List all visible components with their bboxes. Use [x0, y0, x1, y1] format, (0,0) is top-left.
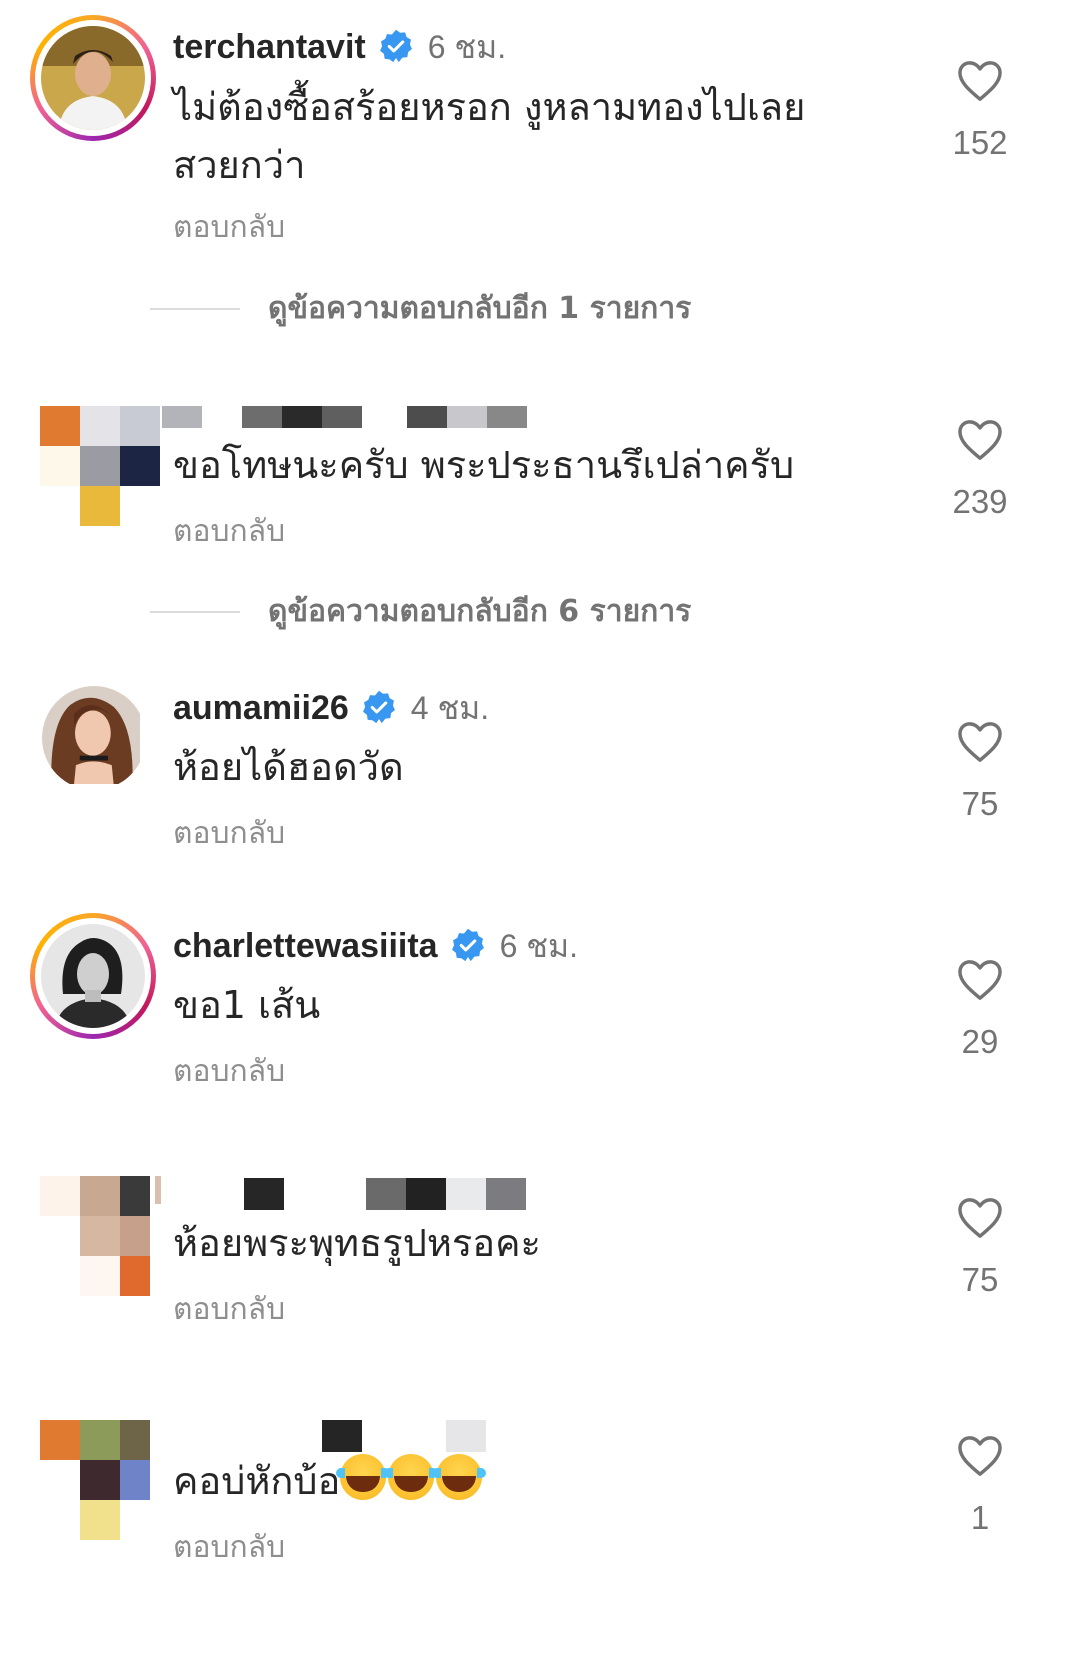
username-pixelated[interactable]: [160, 1178, 530, 1210]
reply-button[interactable]: ตอบกลับ: [173, 1524, 285, 1571]
verified-badge-icon: [361, 689, 397, 729]
heart-icon: [958, 61, 1002, 101]
comment-text: ห้อยพระพุทธรูปหรอคะ: [173, 1221, 541, 1265]
avatar-pixelated[interactable]: [40, 1176, 170, 1302]
username[interactable]: charlettewasiiita: [173, 927, 438, 966]
face-with-tears-of-joy-emoji: [336, 1454, 391, 1500]
reply-button[interactable]: ตอบกลับ: [173, 508, 285, 555]
reply-button[interactable]: ตอบกลับ: [173, 204, 285, 251]
timestamp: 6 ชม.: [499, 928, 578, 964]
like-count: 75: [961, 785, 999, 822]
comment-header: charlettewasiiita 6 ชม.: [173, 921, 578, 972]
comment-text: ขอโทษนะครับ พระประธานรึเปล่าครับ: [173, 443, 795, 487]
view-replies-label: ดูข้อความตอบกลับอีก 1 รายการ: [268, 291, 692, 326]
username[interactable]: aumamii26: [173, 689, 349, 728]
comment-text-line: ไม่ต้องซื้อสร้อยหรอก งูหลามทองไปเลย: [173, 85, 806, 129]
timestamp: 6 ชม.: [427, 29, 507, 65]
like-count: 1: [970, 1499, 990, 1536]
like-count: 75: [961, 1261, 999, 1298]
heart-icon: [958, 420, 1002, 460]
username[interactable]: terchantavit: [173, 28, 366, 67]
heart-icon: [958, 722, 1002, 762]
view-replies-button[interactable]: ดูข้อความตอบกลับอีก 1 รายการ: [150, 285, 691, 332]
like-button[interactable]: 75: [940, 721, 1020, 823]
username-pixelated[interactable]: [322, 1420, 492, 1452]
heart-icon: [958, 1436, 1002, 1476]
comment-text-line: สวยกว่า: [173, 143, 306, 187]
avatar-photo: [42, 686, 146, 790]
like-count: 239: [952, 483, 1008, 520]
reply-button[interactable]: ตอบกลับ: [173, 1286, 285, 1333]
verified-badge-icon: [450, 927, 486, 967]
like-button[interactable]: 152: [940, 60, 1020, 162]
heart-icon: [958, 1198, 1002, 1238]
avatar[interactable]: [30, 913, 156, 1039]
face-with-tears-of-joy-emoji: [384, 1454, 439, 1500]
like-button[interactable]: 29: [940, 959, 1020, 1061]
comment-text: คอบ่หักบ้อ: [173, 1452, 487, 1510]
comment-text: ไม่ต้องซื้อสร้อยหรอก งูหลามทองไปเลย สวยก…: [173, 78, 873, 194]
face-with-tears-of-joy-emoji: [432, 1454, 487, 1500]
avatar[interactable]: [30, 15, 156, 141]
divider: [150, 610, 240, 613]
avatar[interactable]: [42, 686, 146, 790]
avatar-pixelated[interactable]: [40, 406, 170, 532]
comment-header: aumamii26 4 ชม.: [173, 683, 489, 734]
like-count: 152: [952, 124, 1008, 161]
divider: [150, 307, 240, 310]
heart-icon: [958, 960, 1002, 1000]
like-button[interactable]: 239: [940, 419, 1020, 521]
avatar-photo: [41, 924, 145, 1028]
like-count: 29: [961, 1023, 999, 1060]
username-pixelated[interactable]: [162, 406, 532, 428]
comment-text-body: คอบ่หักบ้อ: [173, 1459, 341, 1503]
comment-header: terchantavit 6 ชม.: [173, 22, 506, 73]
like-button[interactable]: 1: [940, 1435, 1020, 1537]
comment-text: ขอ1 เส้น: [173, 983, 321, 1027]
avatar-photo: [41, 26, 145, 130]
view-replies-label: ดูข้อความตอบกลับอีก 6 รายการ: [268, 594, 692, 629]
timestamp: 4 ชม.: [410, 690, 490, 726]
avatar-pixelated[interactable]: [40, 1420, 170, 1546]
verified-badge-icon: [378, 28, 414, 68]
comment-text: ห้อยได้ฮอดวัด: [173, 745, 404, 789]
view-replies-button[interactable]: ดูข้อความตอบกลับอีก 6 รายการ: [150, 588, 691, 635]
like-button[interactable]: 75: [940, 1197, 1020, 1299]
reply-button[interactable]: ตอบกลับ: [173, 810, 285, 857]
reply-button[interactable]: ตอบกลับ: [173, 1048, 285, 1095]
